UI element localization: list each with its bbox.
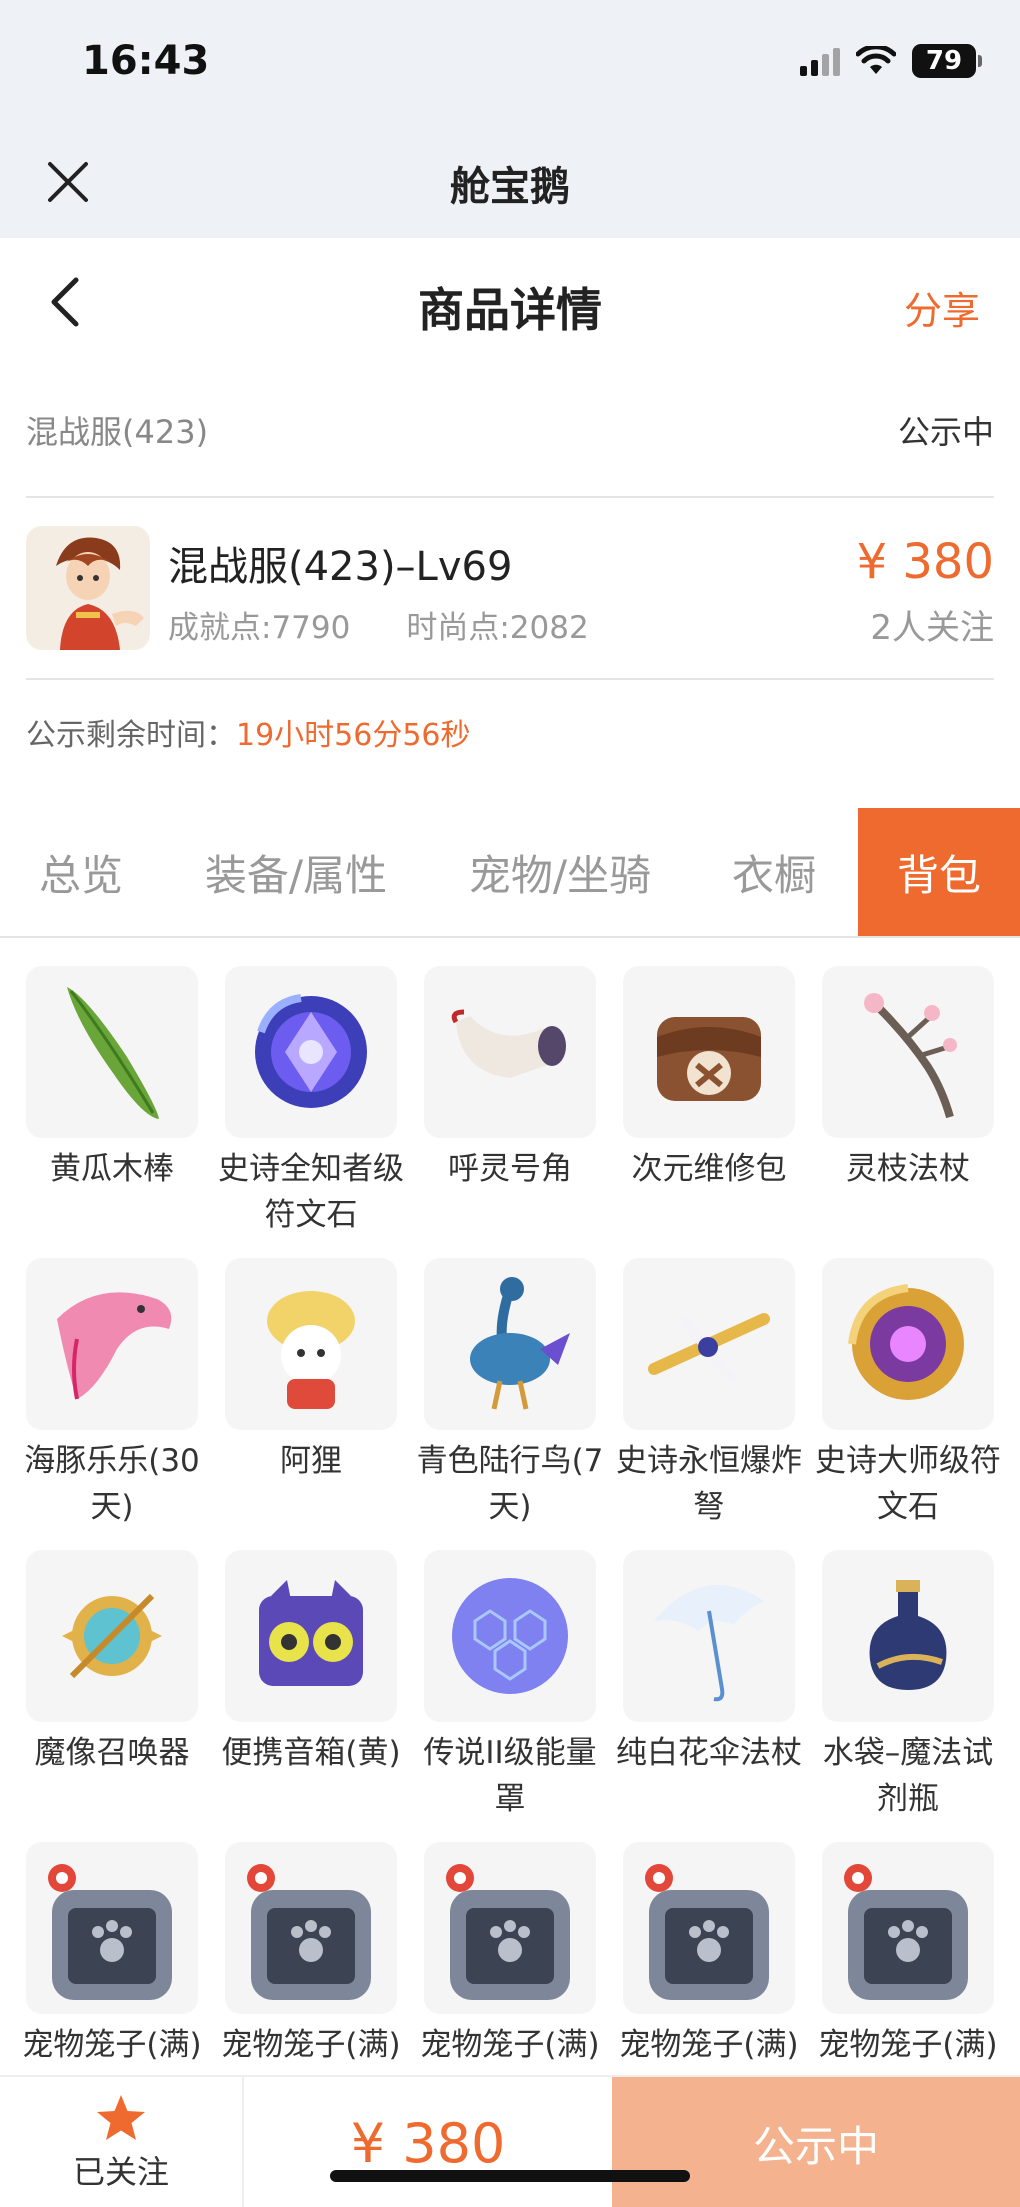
umbrella-staff-icon xyxy=(623,1550,795,1722)
item-name: 黄瓜木棒 xyxy=(50,1151,174,1187)
status-time: 16:43 xyxy=(82,38,210,84)
item-name: 史诗永恒爆炸弩 xyxy=(616,1443,802,1525)
blue-bird-icon xyxy=(424,1258,596,1430)
pet-cage-icon xyxy=(822,1842,994,2014)
item-name: 宠物笼子(满) xyxy=(818,2027,998,2063)
cucumber-stick-icon xyxy=(26,966,198,1138)
pink-dolphin-icon xyxy=(26,1258,198,1430)
item-name: 宠物笼子(满) xyxy=(420,2027,600,2063)
horn-icon xyxy=(424,966,596,1138)
product-title: 混战服(423)–Lv69 xyxy=(168,544,513,590)
page-nav: 商品详情 分享 xyxy=(0,238,1020,368)
inventory-item[interactable]: 便携音箱(黄) xyxy=(221,1550,401,1842)
item-name: 宠物笼子(满) xyxy=(22,2027,202,2063)
app-title: 舱宝鹅 xyxy=(450,164,570,210)
item-name: 史诗大师级符文石 xyxy=(815,1443,1001,1525)
inventory-item[interactable]: 灵枝法杖 xyxy=(822,966,994,1258)
tab-wardrobe[interactable]: 衣橱 xyxy=(690,808,858,936)
product-summary[interactable]: 混战服(423)–Lv69 成就点:7790 时尚点:2082 ¥ 380 2人… xyxy=(26,522,994,652)
fashion-points: 时尚点:2082 xyxy=(406,610,589,646)
publicity-status-button[interactable]: 公示中 xyxy=(612,2077,1020,2207)
inventory-item[interactable]: 水袋–魔法试剂瓶 xyxy=(822,1550,994,1842)
status-bar: 16:43 79 xyxy=(0,0,1020,120)
potion-bottle-icon xyxy=(822,1550,994,1722)
item-name: 史诗全知者级符文石 xyxy=(218,1151,404,1233)
tab-overview[interactable]: 总览 xyxy=(0,808,162,936)
item-name: 次元维修包 xyxy=(631,1151,787,1187)
item-name: 宠物笼子(满) xyxy=(221,2027,401,2063)
server-name: 混战服(423) xyxy=(26,413,209,451)
ali-fox-icon xyxy=(225,1258,397,1430)
inventory-item[interactable]: 史诗永恒爆炸弩 xyxy=(616,1258,802,1550)
inventory-item[interactable]: 魔像召唤器 xyxy=(26,1550,198,1842)
item-name: 便携音箱(黄) xyxy=(221,1735,401,1771)
tab-backpack[interactable]: 背包 xyxy=(858,808,1020,936)
divider xyxy=(26,496,994,498)
app-header: 舱宝鹅 xyxy=(0,120,1020,238)
battery-icon: 79 xyxy=(912,44,982,78)
character-avatar xyxy=(26,526,150,650)
countdown-label: 公示剩余时间： xyxy=(26,718,236,753)
follow-button[interactable]: 已关注 xyxy=(0,2077,244,2207)
product-meta: 成就点:7790 时尚点:2082 xyxy=(168,602,589,647)
energy-shield-icon xyxy=(424,1550,596,1722)
inventory-item[interactable]: 阿狸 xyxy=(225,1258,397,1550)
tab-pets-mounts[interactable]: 宠物/坐骑 xyxy=(430,808,690,936)
bottom-bar: 已关注 ¥ 380 公示中 xyxy=(0,2075,1020,2207)
bottom-price: ¥ 380 xyxy=(350,2111,506,2175)
inventory-item[interactable]: 海豚乐乐(30天) xyxy=(24,1258,200,1550)
follow-count: 2人关注 xyxy=(870,608,994,648)
item-name: 水袋–魔法试剂瓶 xyxy=(822,1735,994,1817)
backpack-grid: 黄瓜木棒 史诗全知者级符文石 呼灵号角 次元维修包 灵枝法杖 海豚乐乐(30天) xyxy=(22,966,1001,2134)
product-price: ¥ 380 xyxy=(856,534,994,590)
inventory-item[interactable]: 黄瓜木棒 xyxy=(26,966,198,1258)
golem-summoner-icon xyxy=(26,1550,198,1722)
item-name: 传说II级能量罩 xyxy=(423,1735,597,1817)
follow-label: 已关注 xyxy=(72,2153,169,2191)
inventory-item[interactable]: 次元维修包 xyxy=(623,966,795,1258)
publicity-countdown: 公示剩余时间：19小时56分56秒 xyxy=(26,710,471,754)
share-button[interactable]: 分享 xyxy=(904,280,980,335)
countdown-time: 19小时56分56秒 xyxy=(236,718,471,753)
item-name: 魔像召唤器 xyxy=(34,1735,190,1771)
server-status: 公示中 xyxy=(897,413,994,451)
home-indicator xyxy=(330,2170,690,2182)
pet-cage-icon xyxy=(26,1842,198,2014)
repair-bag-icon xyxy=(623,966,795,1138)
pet-cage-icon xyxy=(424,1842,596,2014)
crossbow-icon xyxy=(623,1258,795,1430)
epic-rune-stone-icon xyxy=(225,966,397,1138)
wifi-icon xyxy=(856,46,896,74)
pet-cage-icon xyxy=(623,1842,795,2014)
item-name: 呼灵号角 xyxy=(448,1151,572,1187)
branch-staff-icon xyxy=(822,966,994,1138)
divider xyxy=(26,678,994,680)
inventory-item[interactable]: 史诗全知者级符文石 xyxy=(218,966,404,1258)
server-row: 混战服(423) 公示中 xyxy=(26,400,994,460)
inventory-item[interactable]: 史诗大师级符文石 xyxy=(815,1258,1001,1550)
inventory-item[interactable]: 呼灵号角 xyxy=(424,966,596,1258)
inventory-item[interactable]: 纯白花伞法杖 xyxy=(616,1550,802,1842)
item-name: 海豚乐乐(30天) xyxy=(24,1443,200,1525)
item-name: 阿狸 xyxy=(280,1443,342,1479)
speaker-icon xyxy=(225,1550,397,1722)
tab-equipment[interactable]: 装备/属性 xyxy=(162,808,430,936)
star-icon xyxy=(97,2095,145,2140)
master-rune-stone-icon xyxy=(822,1258,994,1430)
status-icons: 79 xyxy=(800,44,982,78)
pet-cage-icon xyxy=(225,1842,397,2014)
cellular-signal-icon xyxy=(800,46,840,76)
page-title: 商品详情 xyxy=(418,283,602,337)
item-name: 青色陆行鸟(7天) xyxy=(416,1443,604,1525)
item-name: 灵枝法杖 xyxy=(846,1151,970,1187)
item-name: 宠物笼子(满) xyxy=(619,2027,799,2063)
item-name: 纯白花伞法杖 xyxy=(616,1735,802,1771)
inventory-item[interactable]: 青色陆行鸟(7天) xyxy=(417,1258,603,1550)
achievement-points: 成就点:7790 xyxy=(168,610,351,646)
inventory-item[interactable]: 传说II级能量罩 xyxy=(423,1550,597,1842)
detail-tabs: 总览 装备/属性 宠物/坐骑 衣橱 背包 xyxy=(0,808,1020,938)
